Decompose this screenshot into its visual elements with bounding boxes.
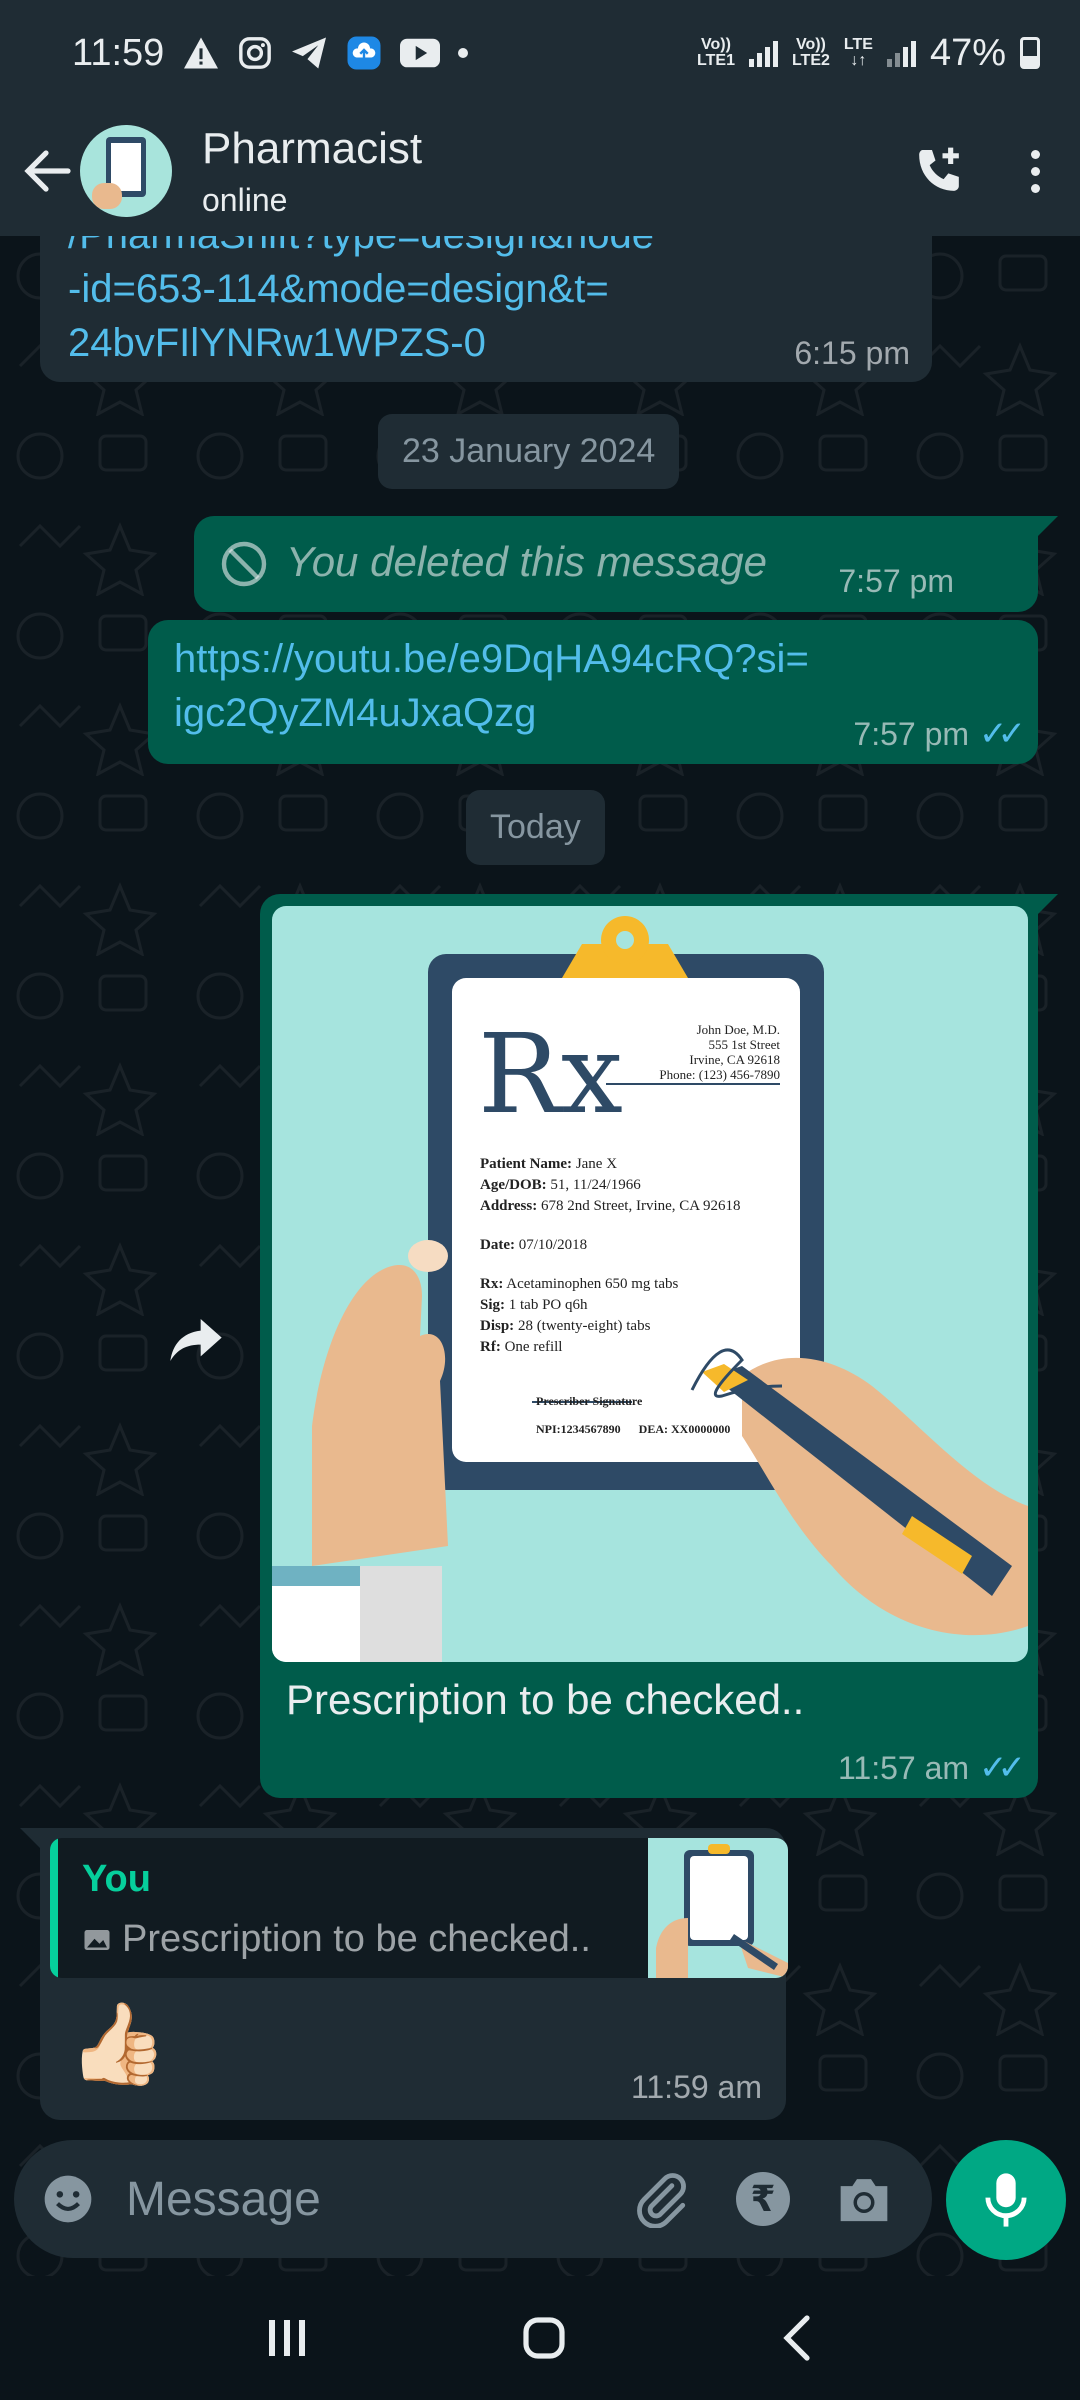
sim1-indicator: Vo)) LTE1 (697, 36, 735, 69)
thumbs-up-emoji: 👍🏻 (68, 1999, 168, 2088)
message-link[interactable]: https://youtu.be/e9DqHA94cRQ?si= (174, 632, 809, 686)
message-time: 7:57 pm (838, 563, 954, 599)
contact-status: online (202, 181, 288, 218)
image-message[interactable]: Rx John Doe, M.D. 555 1st Street Irvine,… (260, 894, 1038, 1798)
read-receipt-icon: ✓✓ (979, 715, 1026, 753)
message-bubble[interactable]: /PharmaShift?type=design&node -id=653-11… (40, 236, 932, 382)
message-input[interactable] (126, 2171, 566, 2227)
back-arrow-icon[interactable] (24, 149, 72, 193)
network-indicator: LTE ↓↑ (843, 36, 873, 69)
image-caption: Prescription to be checked.. (286, 1676, 805, 1723)
recent-apps-icon[interactable] (265, 2316, 309, 2360)
microphone-icon (985, 2173, 1027, 2227)
message-link[interactable]: -id=653-114&mode=design&t= (68, 262, 654, 316)
reply-text: Prescription to be checked.. (122, 1918, 591, 1960)
message-link[interactable]: 24bvFIlYNRw1WPZS-0 (68, 316, 654, 370)
emoji-icon[interactable] (40, 2171, 96, 2227)
sim2-indicator: Vo)) LTE2 (791, 36, 830, 69)
status-bar: 11:59 Vo)) LTE1 Vo)) LTE2 LTE ↓↑ 47% (0, 0, 1080, 106)
bubble-tail (1038, 516, 1058, 536)
message-time: 11:59 am (630, 2069, 762, 2105)
back-icon[interactable] (779, 2314, 815, 2362)
signal-icon (748, 39, 778, 67)
system-nav-bar (0, 2276, 1080, 2400)
date-separator: 23 January 2024 (378, 414, 680, 489)
contact-info[interactable]: Pharmacist online (202, 124, 422, 219)
rx-body: Patient Name: Jane X Age/DOB: 51, 11/24/… (480, 1156, 741, 1355)
more-options-icon[interactable] (1031, 149, 1040, 193)
rupee-payment-icon[interactable]: ₹ (736, 2172, 790, 2226)
avatar[interactable] (80, 125, 172, 217)
rx-symbol: Rx (478, 1010, 623, 1138)
rx-ids: NPI:1234567890 DEA: XX0000000 (536, 1422, 731, 1436)
message-bubble[interactable]: You deleted this message 7:57 pm (194, 516, 1038, 612)
warning-icon (184, 37, 219, 69)
telegram-icon (292, 37, 327, 69)
home-icon[interactable] (520, 2314, 568, 2362)
camera-icon[interactable] (836, 2174, 892, 2224)
chat-area[interactable]: /PharmaShift?type=design&node -id=653-11… (0, 236, 1080, 2276)
add-call-icon[interactable] (911, 143, 967, 199)
notification-dot-icon (458, 48, 469, 58)
chat-header: Pharmacist online (0, 106, 1080, 236)
rx-signature-label: Prescriber Signature (536, 1394, 643, 1408)
bubble-tail (20, 1828, 40, 1848)
instagram-icon (239, 37, 272, 69)
forward-icon[interactable] (164, 1308, 228, 1372)
message-time: 6:15 pm (794, 335, 910, 371)
contact-name[interactable]: Pharmacist (202, 124, 422, 174)
youtube-icon (400, 38, 441, 68)
photo-icon (84, 1929, 110, 1950)
message-link[interactable]: igc2QyZM4uJxaQzg (174, 686, 809, 740)
read-receipt-icon: ✓✓ (979, 1749, 1026, 1787)
message-time: 7:57 pm (853, 715, 970, 752)
message-bubble[interactable]: https://youtu.be/e9DqHA94cRQ?si= igc2QyZ… (148, 620, 1038, 764)
status-time: 11:59 (72, 31, 165, 74)
rx-doctor-block: John Doe, M.D. 555 1st Street Irvine, CA… (659, 1022, 780, 1082)
bubble-tail (1038, 894, 1058, 914)
quoted-message[interactable]: You Prescription to be checked.. (50, 1838, 788, 1978)
signal-icon-2 (886, 39, 916, 67)
message-time: 11:57 am (837, 1749, 970, 1786)
voice-message-button[interactable] (946, 2140, 1066, 2260)
deleted-message-text: You deleted this message (286, 538, 767, 585)
deleted-icon (221, 541, 267, 587)
battery-percent: 47% (929, 31, 1006, 74)
reply-thumbnail (648, 1838, 788, 1978)
cloud-upload-icon (347, 36, 381, 70)
date-separator: Today (466, 790, 605, 865)
reply-message[interactable]: You Prescription to be checked.. 👍🏻 11:5… (40, 1828, 788, 2120)
message-composer: ₹ (14, 2140, 932, 2258)
message-link[interactable]: /PharmaShift?type=design&node (68, 236, 654, 262)
prescription-image[interactable]: Rx John Doe, M.D. 555 1st Street Irvine,… (272, 906, 1028, 1662)
battery-icon (1020, 37, 1040, 69)
attach-icon[interactable] (632, 2170, 690, 2228)
reply-author: You (82, 1858, 151, 1900)
